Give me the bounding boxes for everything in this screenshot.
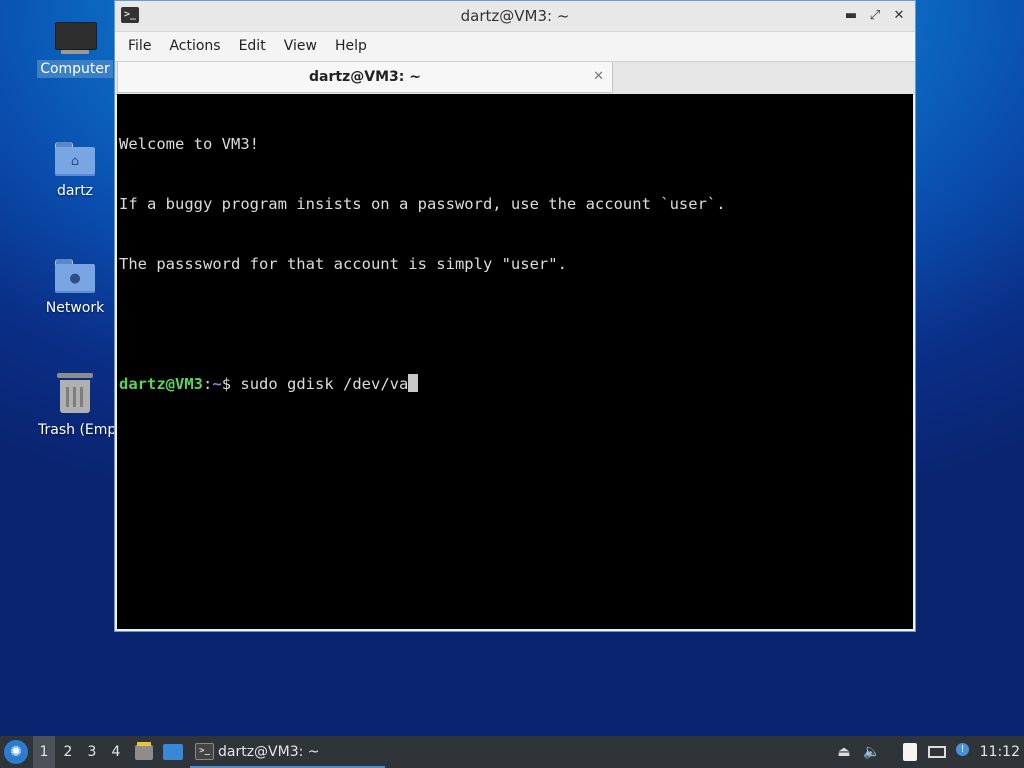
- taskbar-task-label: dartz@VM3: ~: [218, 744, 320, 760]
- desktop-icon-label: Network: [45, 300, 105, 316]
- prompt-symbol: $: [221, 375, 241, 393]
- prompt-path: ~: [212, 375, 222, 393]
- terminal-line: The passsword for that account is simply…: [119, 255, 567, 273]
- workspace-3[interactable]: 3: [81, 736, 103, 768]
- menu-bar: File Actions Edit View Help: [115, 32, 915, 61]
- trash-icon: [57, 373, 93, 415]
- prompt-separator: :: [203, 375, 213, 393]
- desktop-icon-label: dartz: [56, 183, 94, 199]
- taskbar-task-terminal[interactable]: >_ dartz@VM3: ~: [190, 736, 385, 768]
- close-button[interactable]: ✕: [889, 6, 909, 26]
- minimize-button[interactable]: ▬: [841, 6, 861, 26]
- workspace-1[interactable]: 1: [33, 736, 55, 768]
- tab-close-icon[interactable]: ✕: [593, 62, 604, 91]
- terminal-tab[interactable]: dartz@VM3: ~ ✕: [117, 62, 613, 93]
- network-status-icon[interactable]: [927, 742, 947, 762]
- desktop-icon-trash[interactable]: Trash (Empty): [35, 373, 136, 439]
- maximize-button[interactable]: ⤢: [865, 6, 885, 26]
- workspace-2[interactable]: 2: [57, 736, 79, 768]
- terminal-task-icon: >_: [195, 743, 214, 760]
- show-desktop-icon[interactable]: [163, 742, 183, 762]
- home-folder-icon: ⌂: [55, 142, 95, 176]
- tab-bar: dartz@VM3: ~ ✕: [115, 61, 915, 95]
- clock[interactable]: 11:12: [980, 736, 1020, 768]
- prompt-user: dartz@VM3: [119, 375, 203, 393]
- menu-edit[interactable]: Edit: [230, 32, 275, 61]
- network-folder-icon: ●: [55, 259, 95, 293]
- desktop-icon-home[interactable]: ⌂ dartz: [35, 142, 115, 200]
- desktop-icon-label: Computer: [37, 60, 113, 78]
- eject-icon[interactable]: ⏏: [834, 742, 854, 762]
- menu-actions[interactable]: Actions: [160, 32, 229, 61]
- menu-view[interactable]: View: [275, 32, 326, 61]
- desktop-icon-network[interactable]: ● Network: [35, 259, 115, 317]
- window-titlebar[interactable]: >_ dartz@VM3: ~ ▬ ⤢ ✕: [115, 1, 915, 32]
- menu-file[interactable]: File: [119, 32, 160, 61]
- tab-title: dartz@VM3: ~: [309, 69, 421, 85]
- volume-icon[interactable]: 🔈: [862, 742, 882, 762]
- terminal-line: If a buggy program insists on a password…: [119, 195, 726, 213]
- prompt-line[interactable]: dartz@VM3:~$ sudo gdisk /dev/va: [119, 374, 911, 394]
- desktop-icon-computer[interactable]: Computer: [35, 22, 115, 78]
- file-manager-launcher-icon[interactable]: [134, 742, 154, 762]
- terminal-window: >_ dartz@VM3: ~ ▬ ⤢ ✕ File Actions Edit …: [114, 0, 916, 632]
- window-title: dartz@VM3: ~: [460, 7, 570, 25]
- command-input[interactable]: sudo gdisk /dev/va: [240, 375, 408, 393]
- workspace-4[interactable]: 4: [105, 736, 127, 768]
- computer-icon: [55, 22, 97, 54]
- terminal-line: Welcome to VM3!: [119, 135, 259, 153]
- taskbar: ✺ 1 2 3 4 >_ dartz@VM3: ~ ⏏ 🔈 ! 11:12: [0, 736, 1024, 768]
- menu-help[interactable]: Help: [326, 32, 376, 61]
- start-menu-icon[interactable]: ✺: [4, 740, 28, 764]
- text-cursor: [408, 374, 419, 392]
- terminal-output[interactable]: Welcome to VM3! If a buggy program insis…: [117, 94, 913, 629]
- update-notifier-icon[interactable]: !: [953, 742, 973, 762]
- clipboard-icon[interactable]: [900, 742, 920, 762]
